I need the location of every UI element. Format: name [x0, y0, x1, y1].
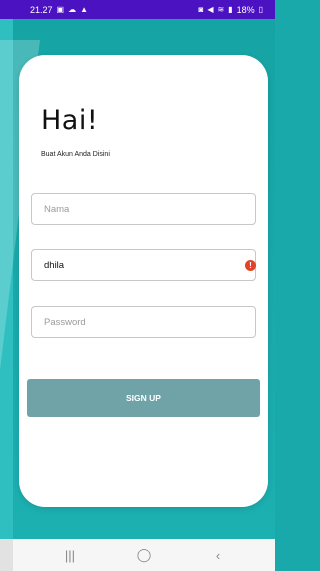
status-right: ◙ ◀ ≋ ▮ 18% ▯	[198, 5, 263, 15]
signup-card: Hai! Buat Akun Anda Disini Nama dhila ! …	[19, 55, 268, 507]
nav-left-strip	[0, 539, 13, 571]
username-value: dhila	[44, 259, 65, 271]
wifi-icon: ≋	[217, 4, 225, 14]
page-subtitle: Buat Akun Anda Disini	[41, 151, 110, 158]
password-placeholder: Password	[44, 316, 86, 328]
username-field[interactable]: dhila !	[31, 249, 256, 281]
cloud-icon: ☁	[68, 4, 77, 14]
page-title: Hai!	[41, 105, 99, 136]
battery-icon: ▯	[258, 4, 263, 14]
home-button[interactable]: ◯	[132, 543, 156, 567]
name-placeholder: Nama	[44, 203, 70, 215]
navigation-bar: ||| ◯ ‹	[13, 539, 275, 571]
signal-icon: ▮	[228, 4, 233, 14]
battery-percent: 18%	[236, 4, 255, 15]
message-icon: ▣	[56, 4, 65, 14]
signup-button[interactable]: SIGN UP	[27, 379, 260, 417]
back-button[interactable]: ‹	[206, 543, 230, 567]
status-time: 21.27	[30, 4, 53, 15]
alarm-icon: ◙	[198, 4, 204, 14]
password-field[interactable]: Password	[31, 306, 256, 338]
warning-icon: ▲	[80, 4, 89, 14]
error-icon: !	[245, 260, 256, 271]
status-left: 21.27 ▣ ☁ ▲	[30, 5, 88, 15]
status-bar: 21.27 ▣ ☁ ▲ ◙ ◀ ≋ ▮ 18% ▯	[0, 0, 275, 19]
name-field[interactable]: Nama	[31, 193, 256, 225]
recent-apps-button[interactable]: |||	[58, 543, 82, 567]
mute-icon: ◀	[207, 4, 214, 14]
